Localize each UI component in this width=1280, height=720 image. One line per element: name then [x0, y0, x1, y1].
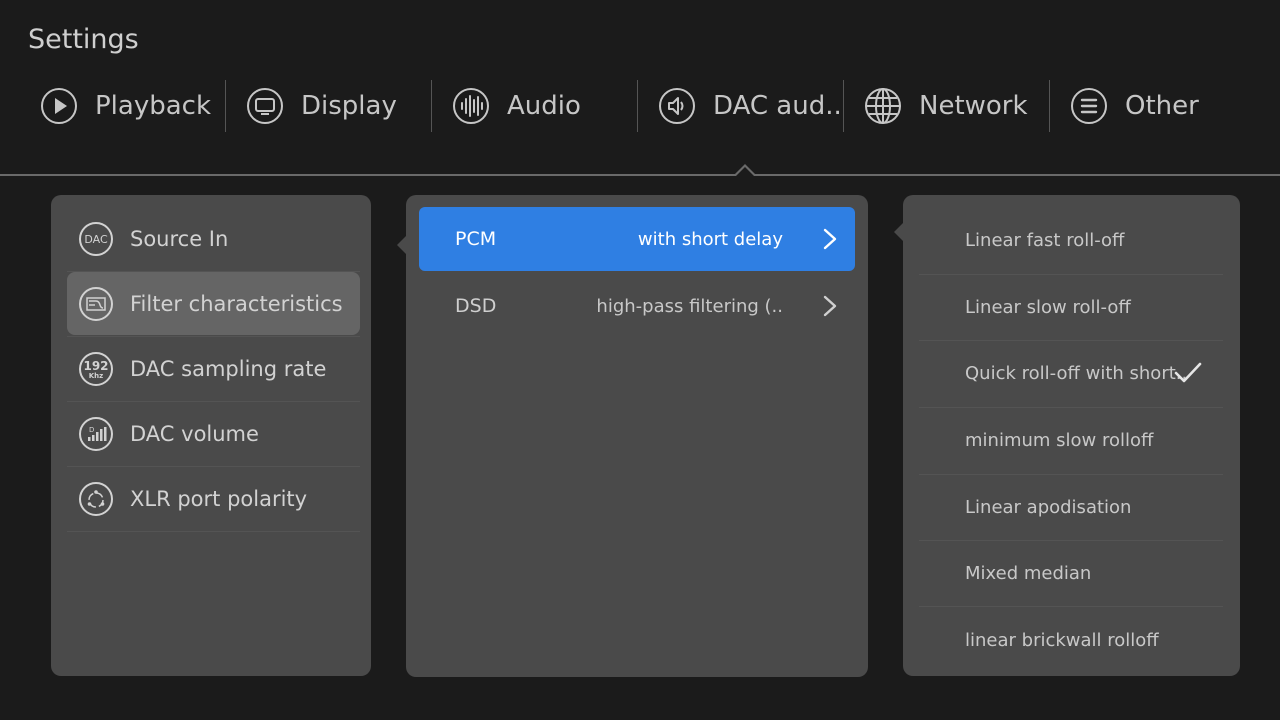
tab-dac-audio[interactable]: DAC aud.. — [618, 78, 842, 134]
option-item[interactable]: Linear apodisation — [919, 474, 1223, 540]
dac-icon: DAC — [78, 221, 114, 257]
sample-rate-icon: 192 Khz — [78, 351, 114, 387]
sidebar-item-xlr-port-polarity[interactable]: XLR port polarity — [67, 467, 360, 530]
sidebar-item-label: DAC volume — [130, 421, 259, 446]
tab-display[interactable]: Display — [206, 78, 412, 134]
option-label: Linear apodisation — [965, 496, 1132, 518]
option-label: Mixed median — [965, 562, 1092, 584]
filter-row-value: high-pass filtering (.. — [596, 295, 783, 317]
tab-label: DAC aud.. — [713, 91, 842, 121]
globe-icon — [864, 87, 902, 125]
sidebar-item-label: XLR port polarity — [130, 486, 308, 511]
option-label: Linear slow roll-off — [965, 296, 1131, 318]
filter-row-name: DSD — [455, 295, 497, 317]
volume-icon: D — [78, 416, 114, 452]
sidebar-item-dac-volume[interactable]: D DAC volume — [67, 402, 360, 465]
tab-label: Network — [919, 91, 1028, 121]
play-icon — [40, 87, 78, 125]
filter-options-panel: Linear fast roll-off Linear slow roll-of… — [903, 195, 1240, 676]
row-separator — [67, 531, 360, 532]
filter-row-dsd[interactable]: DSD high-pass filtering (.. — [419, 274, 855, 338]
tab-network[interactable]: Network — [824, 78, 1030, 134]
option-item[interactable]: Linear slow roll-off — [919, 274, 1223, 340]
option-label: Linear fast roll-off — [965, 229, 1125, 251]
top-tab-bar: Playback Display Audio DAC aud.. Network… — [0, 78, 1280, 138]
active-tab-indicator-inner — [736, 167, 754, 176]
tab-audio[interactable]: Audio — [412, 78, 618, 134]
panel-pointer — [894, 223, 903, 241]
audio-wave-icon — [452, 87, 490, 125]
page-title: Settings — [28, 24, 139, 55]
option-item[interactable]: linear brickwall rolloff — [919, 607, 1223, 673]
filter-row-name: PCM — [455, 228, 497, 250]
chevron-right-icon — [823, 228, 837, 250]
menu-icon — [1070, 87, 1108, 125]
sample-rate-unit: Khz — [89, 372, 103, 380]
speaker-icon — [658, 87, 696, 125]
option-label: Quick roll-off with short.. — [965, 362, 1188, 384]
option-item-selected[interactable]: Quick roll-off with short.. — [919, 340, 1223, 406]
tab-label: Display — [301, 91, 397, 121]
xlr-icon — [78, 481, 114, 517]
tab-label: Audio — [507, 91, 581, 121]
option-item[interactable]: minimum slow rolloff — [919, 407, 1223, 473]
tab-other[interactable]: Other — [1030, 78, 1236, 134]
filter-row-pcm[interactable]: PCM with short delay — [419, 207, 855, 271]
option-item[interactable]: Mixed median — [919, 540, 1223, 606]
sidebar-item-label: Source In — [130, 226, 229, 251]
sidebar-item-dac-sampling-rate[interactable]: 192 Khz DAC sampling rate — [67, 337, 360, 400]
filter-icon — [78, 286, 114, 322]
tab-label: Other — [1125, 91, 1199, 121]
option-item[interactable]: Linear fast roll-off — [919, 207, 1223, 273]
monitor-icon — [246, 87, 284, 125]
sample-rate-value: 192 — [83, 359, 108, 373]
tab-playback[interactable]: Playback — [0, 78, 211, 134]
sidebar-item-label: DAC sampling rate — [130, 356, 327, 381]
option-label: linear brickwall rolloff — [965, 629, 1159, 651]
panel-pointer — [397, 236, 406, 254]
chevron-right-icon — [823, 295, 837, 317]
sidebar-item-source-in[interactable]: DAC Source In — [67, 207, 360, 270]
filter-row-value: with short delay — [637, 228, 783, 250]
filter-type-panel: PCM with short delay DSD high-pass filte… — [406, 195, 868, 677]
option-label: minimum slow rolloff — [965, 429, 1154, 451]
dac-icon-text: DAC — [84, 233, 108, 246]
sidebar-item-label: Filter characteristics — [130, 291, 343, 316]
checkmark-icon — [1174, 362, 1202, 383]
tab-label: Playback — [95, 91, 212, 121]
svg-text:D: D — [89, 426, 94, 434]
category-panel: DAC Source In Filter characteristics 192… — [51, 195, 371, 676]
tab-underline — [0, 174, 1280, 176]
sidebar-item-filter-characteristics[interactable]: Filter characteristics — [67, 272, 360, 335]
